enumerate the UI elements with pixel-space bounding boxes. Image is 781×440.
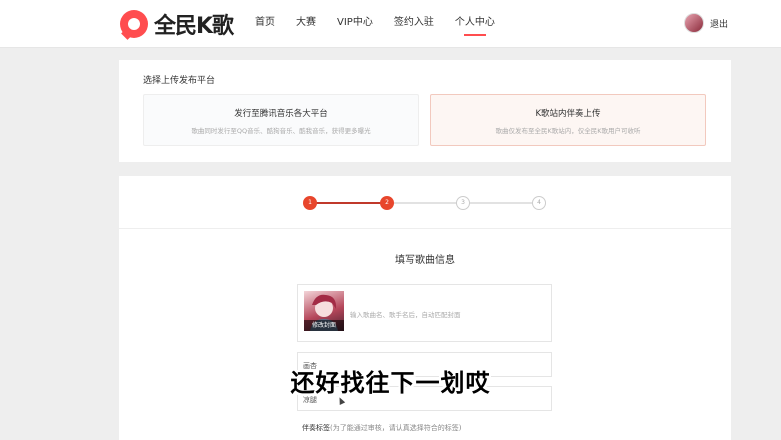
platform-panel: 选择上传发布平台 发行至腾讯音乐各大平台 歌曲同时发行至QQ音乐、酷狗音乐、酷我… bbox=[119, 60, 731, 162]
song-search-box[interactable]: 修改封面 输入歌曲名、歌手名后，自动匹配封面 bbox=[297, 284, 552, 342]
kge-logo-icon bbox=[120, 10, 148, 38]
nav-contest[interactable]: 大赛 bbox=[296, 0, 316, 48]
song-name-field[interactable]: 画杏 bbox=[297, 352, 552, 377]
song-cover[interactable]: 修改封面 bbox=[304, 291, 344, 331]
field-label: 画杏 bbox=[303, 362, 317, 370]
option-title: K歌站内伴奏上传 bbox=[535, 109, 601, 119]
form-title: 填写歌曲信息 bbox=[395, 255, 455, 266]
option-kge-upload[interactable]: K歌站内伴奏上传 歌曲仅发布至全民K歌站内，仅全民K歌用户可收听 bbox=[430, 94, 706, 146]
user-area: 退出 bbox=[684, 13, 728, 33]
logout-link[interactable]: 退出 bbox=[710, 17, 728, 30]
option-desc: 歌曲同时发行至QQ音乐、酷狗音乐、酷我音乐，获得更多曝光 bbox=[191, 127, 371, 135]
step-3: 3 bbox=[456, 196, 470, 210]
nav-home[interactable]: 首页 bbox=[255, 0, 275, 48]
option-tencent-music[interactable]: 发行至腾讯音乐各大平台 歌曲同时发行至QQ音乐、酷狗音乐、酷我音乐，获得更多曝光 bbox=[143, 94, 419, 146]
nav-sign-up[interactable]: 签约入驻 bbox=[394, 0, 434, 48]
logo[interactable]: 全民K歌 bbox=[120, 9, 234, 39]
change-cover-label[interactable]: 修改封面 bbox=[304, 320, 344, 331]
option-title: 发行至腾讯音乐各大平台 bbox=[234, 109, 328, 119]
step-4: 4 bbox=[532, 196, 546, 210]
song-placeholder: 输入歌曲名、歌手名后，自动匹配封面 bbox=[350, 311, 461, 319]
divider bbox=[119, 228, 731, 229]
platform-title: 选择上传发布平台 bbox=[143, 76, 216, 86]
mouse-cursor-icon bbox=[336, 396, 346, 405]
step-indicator: 1 2 3 4 bbox=[299, 196, 549, 210]
field-label: 凉腿 bbox=[303, 396, 317, 404]
tag-label: 伴奏标签 bbox=[302, 424, 330, 432]
tag-hint: (为了能通过审核，请认真选择符合的标签) bbox=[330, 424, 462, 432]
avatar[interactable] bbox=[684, 13, 704, 33]
step-2: 2 bbox=[380, 196, 394, 210]
form-panel: 1 2 3 4 填写歌曲信息 修改封面 输入歌曲名、歌手名后，自动匹配封面 画杏… bbox=[119, 176, 731, 440]
logo-text: 全民K歌 bbox=[154, 14, 234, 39]
step-1: 1 bbox=[303, 196, 317, 210]
step-line bbox=[307, 202, 383, 204]
option-desc: 歌曲仅发布至全民K歌站内，仅全民K歌用户可收听 bbox=[495, 127, 641, 135]
top-bar: 全民K歌 首页 大赛 VIP中心 签约入驻 个人中心 退出 bbox=[0, 0, 781, 48]
main-nav: 首页 大赛 VIP中心 签约入驻 个人中心 bbox=[255, 0, 516, 48]
nav-personal-center[interactable]: 个人中心 bbox=[455, 0, 495, 48]
tag-row: 伴奏标签(为了能通过审核，请认真选择符合的标签) bbox=[302, 423, 461, 433]
nav-vip[interactable]: VIP中心 bbox=[337, 0, 373, 48]
singer-field[interactable]: 凉腿 bbox=[297, 386, 552, 411]
